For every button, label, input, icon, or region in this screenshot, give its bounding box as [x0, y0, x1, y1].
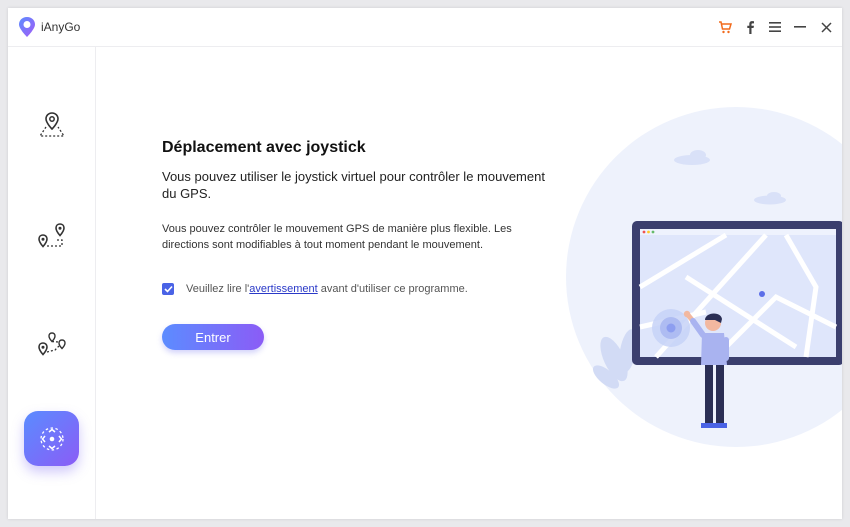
enter-button[interactable]: Entrer — [162, 324, 264, 350]
sidebar-item-multi-spot[interactable] — [30, 323, 74, 367]
sidebar-item-two-spot[interactable] — [30, 215, 74, 259]
tablet-icon — [632, 221, 842, 365]
sidebar-item-joystick[interactable] — [24, 411, 79, 466]
lead-text: Vous pouvez utiliser le joystick virtuel… — [162, 169, 545, 201]
sidebar-item-teleport[interactable] — [30, 103, 74, 147]
agreement-prefix: Veuillez lire l' — [186, 283, 250, 295]
warning-link[interactable]: avertissement — [249, 283, 317, 295]
description-text: Vous pouvez contrôler le mouvement GPS d… — [162, 223, 512, 251]
app-window: iAnyGo Déplacement avec joystick Vous po… — [8, 8, 842, 519]
checkmark-icon — [163, 285, 173, 293]
app-title: iAnyGo — [41, 20, 81, 34]
page-title: Déplacement avec joystick — [162, 139, 366, 156]
menu-icon — [769, 22, 781, 32]
close-icon — [820, 21, 832, 33]
close-button[interactable] — [816, 17, 836, 37]
title-bar: iAnyGo — [8, 8, 842, 47]
menu-button[interactable] — [765, 17, 785, 37]
main-panel: Déplacement avec joystick Vous pouvez ut… — [96, 47, 842, 519]
agreement-row: Veuillez lire l' avertissement avant d'u… — [162, 281, 468, 297]
minimize-icon — [794, 26, 806, 28]
cloud-small-icon — [754, 192, 786, 205]
mode-sidebar — [8, 47, 96, 519]
multi-pins-icon — [38, 332, 66, 356]
cart-button[interactable] — [715, 17, 735, 37]
joystick-icon — [39, 426, 64, 451]
agreement-checkbox[interactable] — [162, 283, 174, 295]
agreement-suffix: avant d'utiliser ce programme. — [317, 283, 468, 295]
two-pins-icon — [38, 223, 65, 248]
ianygo-logo-icon — [19, 17, 35, 37]
cloud-icon — [674, 150, 710, 165]
facebook-button[interactable] — [740, 17, 760, 37]
cart-icon — [719, 21, 732, 34]
minimize-button[interactable] — [790, 17, 810, 37]
facebook-icon — [747, 21, 754, 34]
single-pin-icon — [38, 112, 66, 137]
joystick-illustration — [592, 150, 842, 428]
